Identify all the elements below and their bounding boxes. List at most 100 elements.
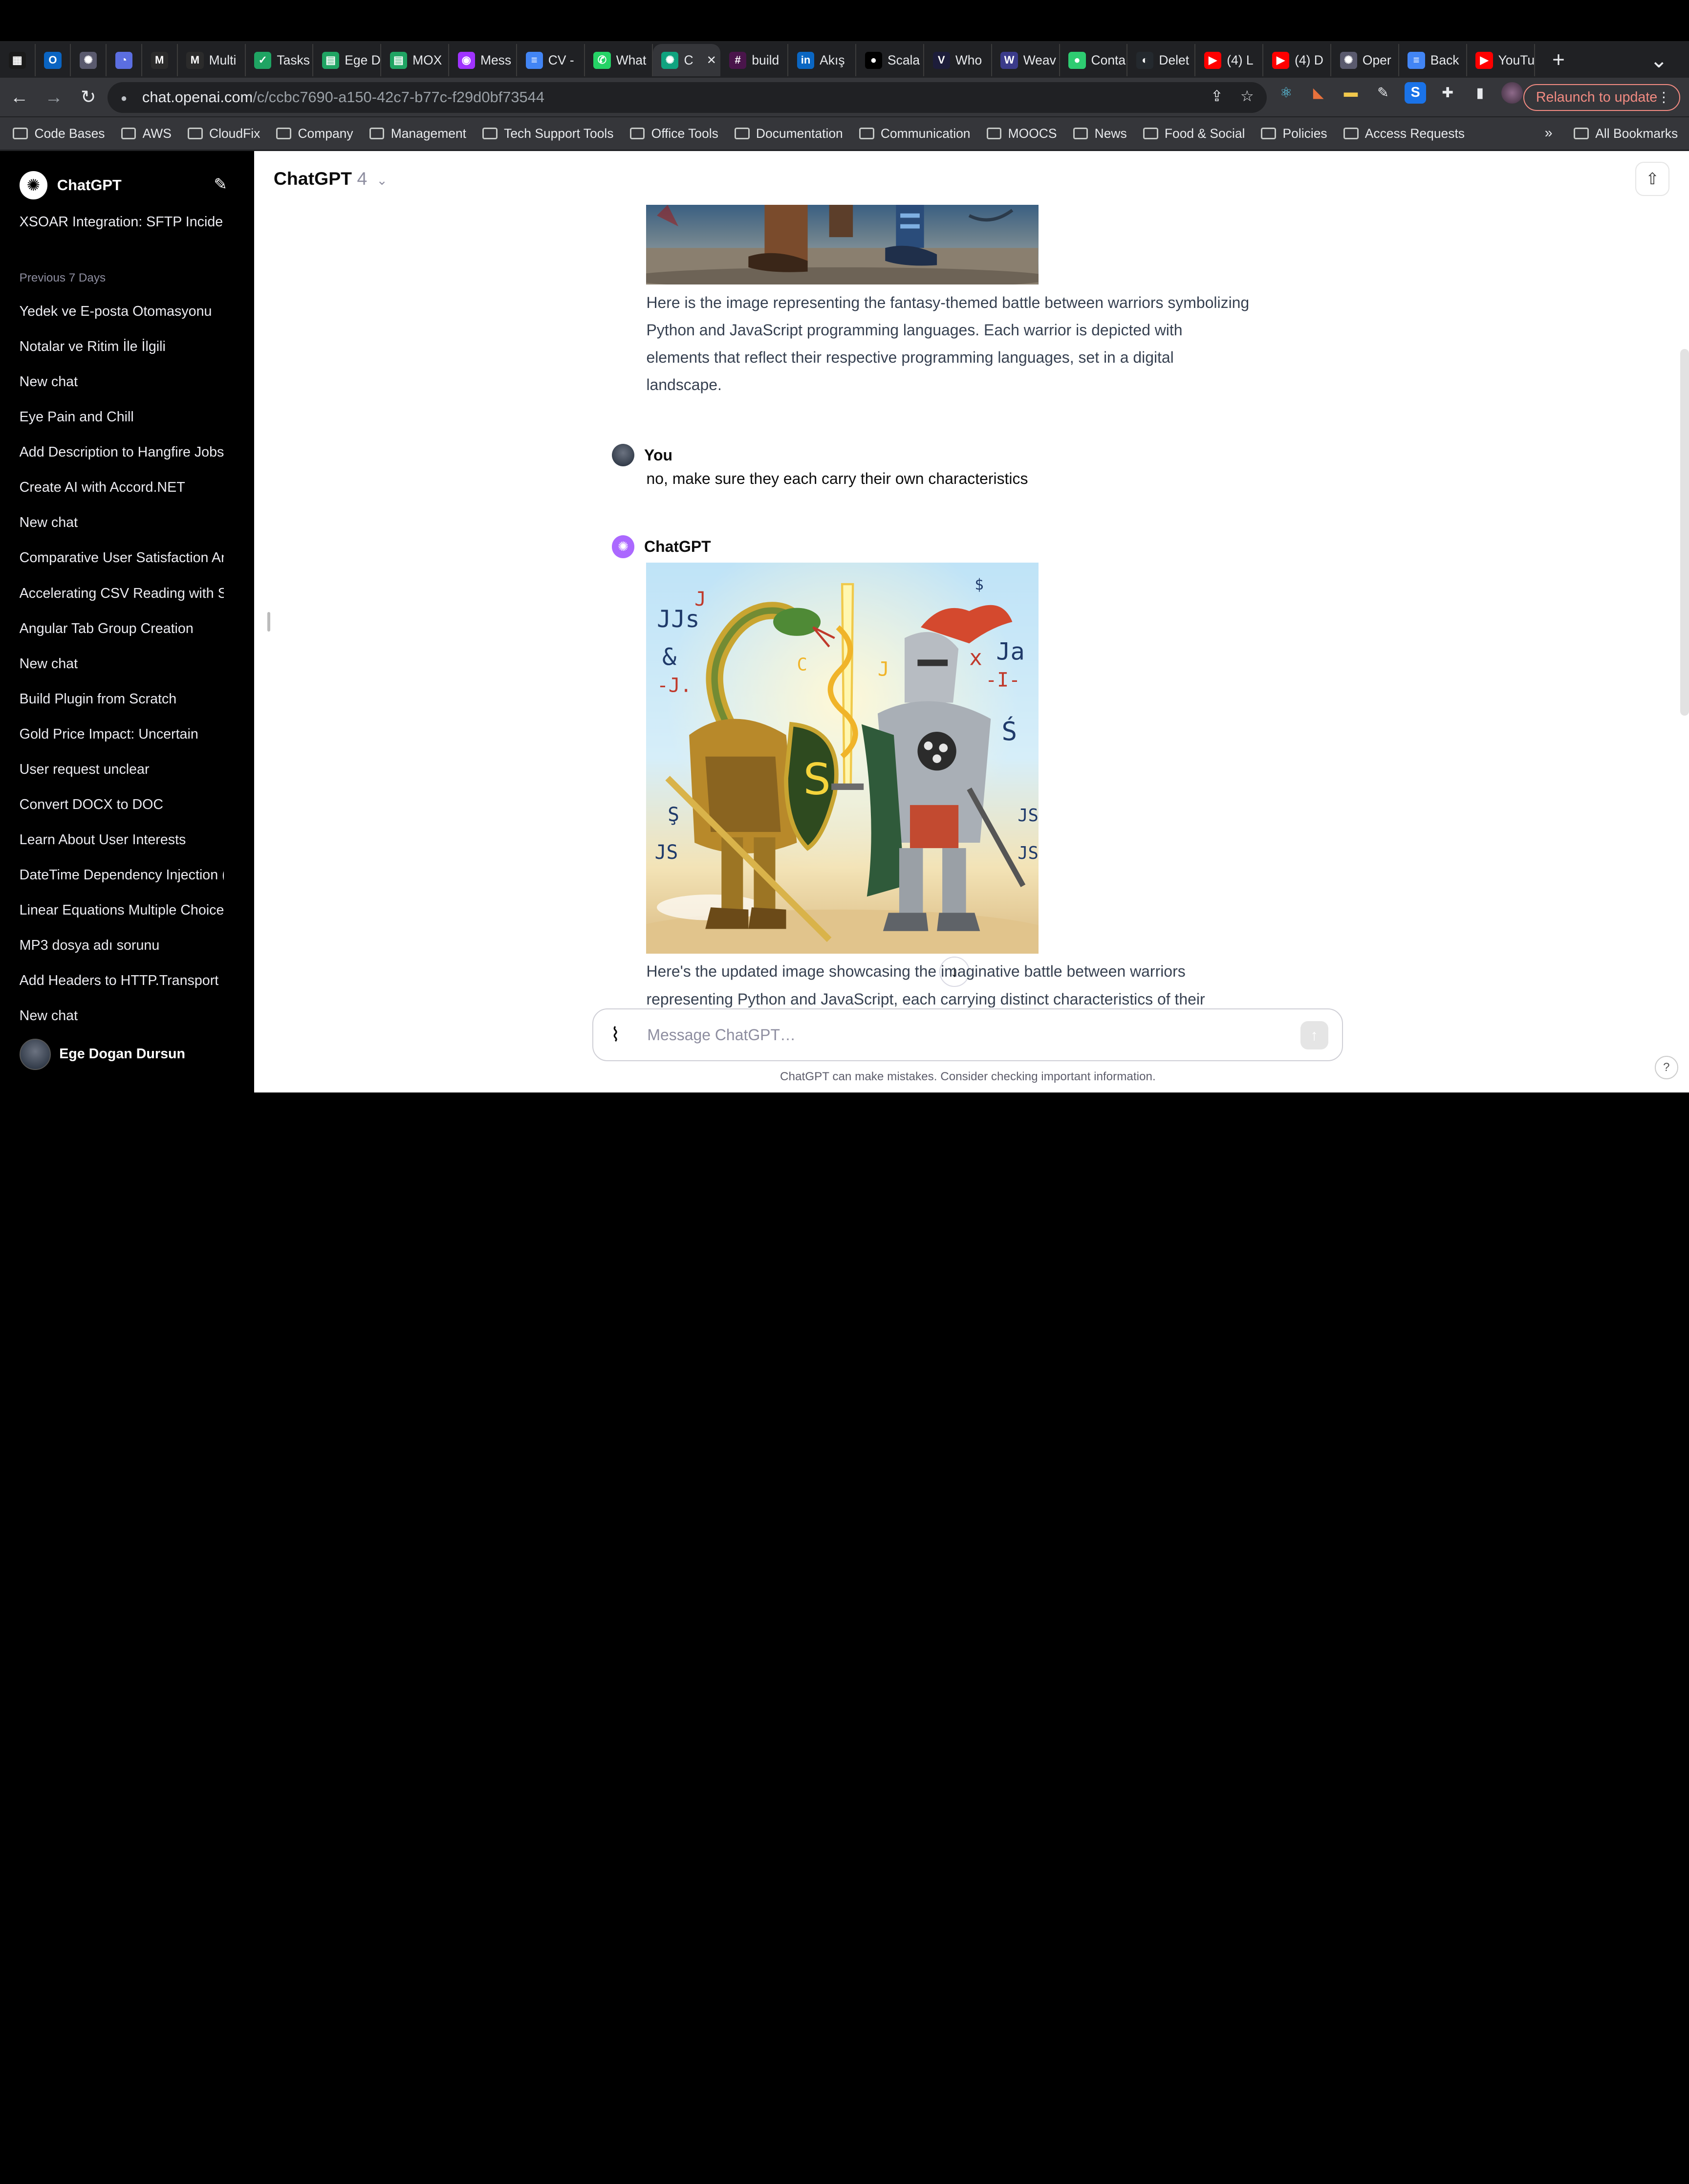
message-input[interactable] (647, 1026, 1272, 1044)
sidebar-chat-item[interactable]: Add Headers to HTTP.Transport (20, 970, 224, 991)
extension-icon[interactable]: ◣ (1308, 82, 1329, 104)
sidebar-chat-item[interactable]: New chat (20, 1005, 224, 1026)
browser-tab[interactable]: in Akış (788, 44, 857, 77)
extension-icon[interactable]: ▬ (1340, 82, 1362, 104)
sidebar-chat-item[interactable]: New chat (20, 653, 224, 675)
menu-dots-icon[interactable]: ⋮ (1657, 88, 1671, 106)
sidebar-chat-item[interactable]: Add Description to Hangfire Jobs (20, 441, 224, 463)
model-selector[interactable]: ChatGPT 4 ⌄ (274, 168, 388, 189)
bookmark-folder[interactable]: Documentation (734, 126, 843, 141)
sidebar-chat-item[interactable]: Comparative User Satisfaction An (20, 547, 224, 568)
sidebar-chat-item[interactable]: Angular Tab Group Creation (20, 618, 224, 639)
bookmark-folder[interactable]: Tech Support Tools (482, 126, 614, 141)
sidebar-chat-item[interactable]: Accelerating CSV Reading with Sl (20, 583, 224, 604)
bookmark-folder[interactable]: Policies (1261, 126, 1327, 141)
bookmark-folder[interactable]: Code Bases (13, 126, 105, 141)
help-button[interactable]: ? (1654, 1056, 1678, 1080)
bookmark-folder[interactable]: Communication (859, 126, 971, 141)
profile-avatar[interactable] (1501, 82, 1523, 104)
sidebar-chat-item[interactable]: Linear Equations Multiple Choice (20, 899, 224, 921)
reload-icon[interactable]: ↻ (73, 82, 104, 112)
attach-file-icon[interactable]: ⌇ (610, 1024, 632, 1046)
browser-tab[interactable]: ✆ What (585, 44, 653, 77)
browser-tab[interactable]: O (36, 44, 71, 77)
site-info-icon[interactable]: ● (121, 92, 131, 104)
puzzle-icon[interactable]: ✚ (1437, 82, 1458, 104)
browser-tab[interactable]: ● Scala (856, 44, 924, 77)
browser-tab[interactable]: ▶ (4) L (1195, 44, 1264, 77)
bookmark-label: Office Tools (651, 126, 718, 141)
bookmark-star-icon[interactable]: ☆ (1240, 87, 1254, 105)
sidebar-resize-handle[interactable] (267, 612, 271, 632)
browser-tab[interactable]: ▶ YouTu (1467, 44, 1535, 77)
browser-tab[interactable]: ✺ (71, 44, 107, 77)
user-menu[interactable]: Ege Dogan Dursun (19, 1038, 185, 1070)
new-tab-icon[interactable]: + (1543, 48, 1574, 72)
sidebar-chat-item[interactable]: Yedek ve E-posta Otomasyonu (20, 301, 224, 322)
sidebar-chat-item[interactable]: Notalar ve Ritim İle İlgili (20, 336, 224, 357)
react-devtools-icon[interactable]: ⚛ (1276, 82, 1297, 104)
generated-image-updated[interactable]: S JJs J & -J. Ş JS x Ja -I- Ś JS JS $ C … (646, 562, 1039, 954)
back-icon[interactable]: ← (4, 82, 35, 112)
browser-tab[interactable]: ✺ Oper (1331, 44, 1399, 77)
sidebar-chat-item[interactable]: New chat (20, 512, 224, 533)
browser-tab[interactable]: ● Conta (1060, 44, 1128, 77)
share-page-icon[interactable]: ⇪ (1211, 87, 1223, 105)
sidebar-chat-item[interactable]: User request unclear (20, 759, 224, 780)
bookmark-folder[interactable]: News (1073, 126, 1127, 141)
tab-label: Tasks (277, 52, 310, 67)
bookmark-folder[interactable]: Management (369, 126, 466, 141)
s-extension-icon[interactable]: S (1405, 82, 1427, 104)
bookmark-folder[interactable]: Office Tools (629, 126, 718, 141)
close-tab-icon[interactable]: ✕ (707, 53, 716, 67)
forward-icon[interactable]: → (39, 82, 69, 112)
eyedropper-icon[interactable]: ✎ (1372, 82, 1394, 104)
new-chat-header[interactable]: ✺ ChatGPT ✎ (19, 170, 235, 200)
relaunch-button[interactable]: Relaunch to update ⋮ (1523, 84, 1681, 111)
bookmark-folder[interactable]: CloudFix (187, 126, 260, 141)
browser-tab[interactable]: ✺ C ✕ (652, 44, 721, 77)
side-panel-icon[interactable]: ▮ (1469, 82, 1491, 104)
bookmark-folder[interactable]: AWS (121, 126, 172, 141)
sidebar-chat-item[interactable]: Learn About User Interests (20, 829, 224, 851)
browser-tab[interactable]: W Weav (992, 44, 1060, 77)
browser-tab[interactable]: # build (720, 44, 789, 77)
bookmark-folder[interactable]: MOOCS (986, 126, 1057, 141)
bookmark-folder[interactable]: Company (276, 126, 353, 141)
sidebar-chat-item[interactable]: DateTime Dependency Injection ( (20, 864, 224, 886)
browser-tab[interactable]: ◐ Delet (1127, 44, 1196, 77)
bookmark-folder[interactable]: Food & Social (1143, 126, 1245, 141)
address-bar[interactable]: ● chat.openai.com/c/ccbc7690-a150-42c7-b… (108, 82, 1267, 113)
browser-tab[interactable]: ▤ Ege D (313, 44, 382, 77)
sidebar-chat-item[interactable]: MP3 dosya adı sorunu (20, 935, 224, 956)
sidebar-chat-item[interactable]: Build Plugin from Scratch (20, 688, 224, 710)
generated-image-previous[interactable] (646, 204, 1039, 284)
share-chat-button[interactable]: ⇧ (1635, 161, 1670, 197)
browser-tab[interactable]: ≡ Back (1399, 44, 1467, 77)
scrollbar[interactable] (1680, 349, 1689, 716)
bookmarks-overflow[interactable]: » (1545, 125, 1553, 141)
browser-tab[interactable]: ▶ (4) D (1263, 44, 1332, 77)
browser-tab[interactable]: ✓ Tasks (246, 44, 314, 77)
browser-tab[interactable]: ▦ (0, 44, 36, 77)
sidebar-chat-item[interactable]: Create AI with Accord.NET (20, 477, 224, 498)
new-chat-icon[interactable]: ✎ (214, 175, 227, 194)
browser-tab[interactable]: ≡ CV - (517, 44, 585, 77)
folder-icon (1574, 128, 1589, 140)
browser-tab[interactable]: ▤ MOX (381, 44, 450, 77)
sidebar-chat-item[interactable]: Eye Pain and Chill (20, 406, 224, 428)
sidebar-chat-item[interactable]: Gold Price Impact: Uncertain (20, 723, 224, 745)
browser-tab[interactable]: M Multi (178, 44, 246, 77)
send-button[interactable]: ↑ (1300, 1021, 1328, 1049)
browser-tab[interactable]: M (142, 44, 178, 77)
bookmark-folder[interactable]: Access Requests (1343, 126, 1465, 141)
browser-tab[interactable]: ◉ Mess (449, 44, 517, 77)
tab-search-icon[interactable]: ⌄ (1644, 48, 1674, 73)
sidebar-chat-item[interactable]: Convert DOCX to DOC (20, 794, 224, 815)
sidebar-chat-item[interactable]: New chat (20, 371, 224, 393)
browser-tab[interactable]: ◔ (107, 44, 142, 77)
browser-tab[interactable]: V Who (924, 44, 992, 77)
all-bookmarks[interactable]: All Bookmarks (1574, 117, 1678, 150)
sidebar-item-current[interactable]: XSOAR Integration: SFTP Incident (20, 211, 224, 233)
assistant-message-1: Here is the image representing the fanta… (646, 293, 1250, 394)
